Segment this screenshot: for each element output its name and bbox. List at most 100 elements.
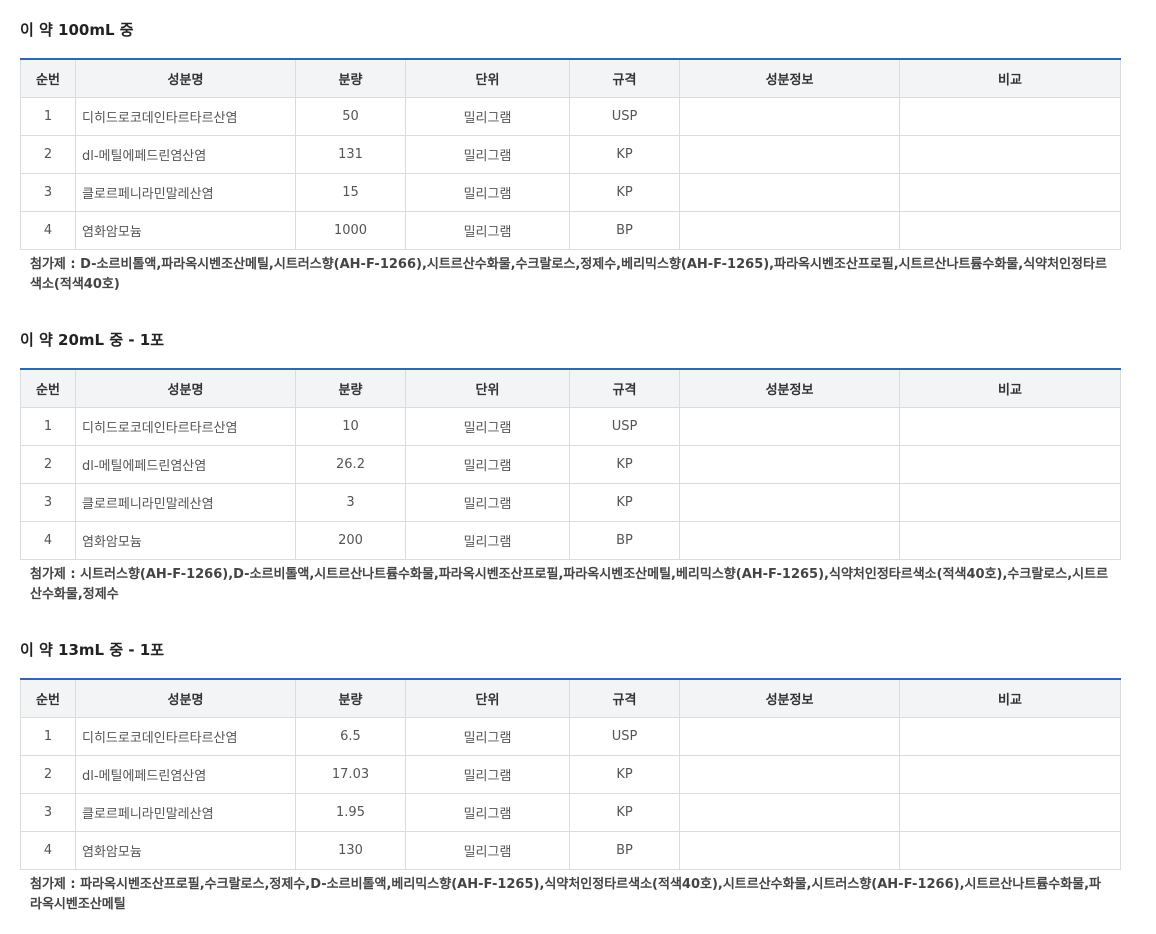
cell-compare bbox=[899, 521, 1121, 560]
cell-compare bbox=[899, 173, 1121, 212]
table-row: 4 염화암모늄 130 밀리그램 BP bbox=[20, 831, 1121, 870]
header-compare: 비교 bbox=[899, 369, 1121, 408]
header-amount: 분량 bbox=[295, 369, 406, 408]
cell-info bbox=[679, 97, 900, 136]
table-header-row: 순번 성분명 분량 단위 규격 성분정보 비교 bbox=[20, 59, 1121, 98]
cell-spec: KP bbox=[569, 445, 680, 484]
cell-compare bbox=[899, 717, 1121, 756]
cell-compare bbox=[899, 483, 1121, 522]
cell-amount: 10 bbox=[295, 407, 406, 446]
cell-unit: 밀리그램 bbox=[405, 407, 570, 446]
table-row: 1 디히드로코데인타르타르산염 6.5 밀리그램 USP bbox=[20, 717, 1121, 756]
header-compare: 비교 bbox=[899, 679, 1121, 718]
cell-amount: 15 bbox=[295, 173, 406, 212]
cell-amount: 50 bbox=[295, 97, 406, 136]
cell-no: 2 bbox=[20, 135, 76, 174]
cell-unit: 밀리그램 bbox=[405, 483, 570, 522]
header-spec: 규격 bbox=[569, 59, 680, 98]
cell-compare bbox=[899, 135, 1121, 174]
ingredient-table: 순번 성분명 분량 단위 규격 성분정보 비교 1 디히드로코데인타르타르산염 … bbox=[20, 368, 1121, 560]
cell-no: 4 bbox=[20, 831, 76, 870]
cell-no: 4 bbox=[20, 211, 76, 250]
cell-no: 1 bbox=[20, 717, 76, 756]
header-unit: 단위 bbox=[405, 679, 570, 718]
cell-no: 3 bbox=[20, 173, 76, 212]
header-no: 순번 bbox=[20, 59, 76, 98]
cell-name: dl-메틸에페드린염산염 bbox=[75, 445, 296, 484]
cell-name: dl-메틸에페드린염산염 bbox=[75, 755, 296, 794]
cell-no: 2 bbox=[20, 755, 76, 794]
cell-compare bbox=[899, 793, 1121, 832]
cell-compare bbox=[899, 755, 1121, 794]
cell-info bbox=[679, 445, 900, 484]
cell-amount: 1.95 bbox=[295, 793, 406, 832]
cell-name: dl-메틸에페드린염산염 bbox=[75, 135, 296, 174]
section-title: 이 약 100mL 중 bbox=[20, 21, 134, 39]
header-no: 순번 bbox=[20, 679, 76, 718]
cell-name: 디히드로코데인타르타르산염 bbox=[75, 97, 296, 136]
cell-name: 디히드로코데인타르타르산염 bbox=[75, 407, 296, 446]
ingredient-section-2: 이 약 20mL 중 - 1포 순번 성분명 분량 단위 규격 성분정보 비교 … bbox=[20, 330, 1121, 605]
cell-info bbox=[679, 407, 900, 446]
table-row: 1 디히드로코데인타르타르산염 10 밀리그램 USP bbox=[20, 407, 1121, 446]
cell-info bbox=[679, 717, 900, 756]
table-row: 2 dl-메틸에페드린염산염 17.03 밀리그램 KP bbox=[20, 755, 1121, 794]
table-row: 2 dl-메틸에페드린염산염 26.2 밀리그램 KP bbox=[20, 445, 1121, 484]
cell-no: 2 bbox=[20, 445, 76, 484]
cell-spec: KP bbox=[569, 483, 680, 522]
cell-name: 클로르페니라민말레산염 bbox=[75, 793, 296, 832]
cell-spec: BP bbox=[569, 831, 680, 870]
cell-name: 염화암모늄 bbox=[75, 521, 296, 560]
table-row: 1 디히드로코데인타르타르산염 50 밀리그램 USP bbox=[20, 97, 1121, 136]
ingredient-table: 순번 성분명 분량 단위 규격 성분정보 비교 1 디히드로코데인타르타르산염 … bbox=[20, 58, 1121, 250]
ingredient-section-1: 이 약 100mL 중 순번 성분명 분량 단위 규격 성분정보 비교 1 디히… bbox=[20, 20, 1121, 295]
cell-amount: 130 bbox=[295, 831, 406, 870]
header-name: 성분명 bbox=[75, 369, 296, 408]
cell-compare bbox=[899, 97, 1121, 136]
cell-compare bbox=[899, 407, 1121, 446]
cell-amount: 131 bbox=[295, 135, 406, 174]
cell-name: 클로르페니라민말레산염 bbox=[75, 483, 296, 522]
section-title: 이 약 13mL 중 - 1포 bbox=[20, 641, 165, 659]
cell-info bbox=[679, 483, 900, 522]
cell-unit: 밀리그램 bbox=[405, 211, 570, 250]
cell-name: 클로르페니라민말레산염 bbox=[75, 173, 296, 212]
table-row: 2 dl-메틸에페드린염산염 131 밀리그램 KP bbox=[20, 135, 1121, 174]
cell-spec: USP bbox=[569, 407, 680, 446]
cell-info bbox=[679, 521, 900, 560]
table-row: 3 클로르페니라민말레산염 1.95 밀리그램 KP bbox=[20, 793, 1121, 832]
cell-info bbox=[679, 793, 900, 832]
header-spec: 규격 bbox=[569, 679, 680, 718]
cell-compare bbox=[899, 445, 1121, 484]
header-info: 성분정보 bbox=[679, 59, 900, 98]
cell-info bbox=[679, 755, 900, 794]
table-row: 3 클로르페니라민말레산염 3 밀리그램 KP bbox=[20, 483, 1121, 522]
ingredient-section-3: 이 약 13mL 중 - 1포 순번 성분명 분량 단위 규격 성분정보 비교 … bbox=[20, 640, 1121, 915]
cell-name: 디히드로코데인타르타르산염 bbox=[75, 717, 296, 756]
table-row: 4 염화암모늄 200 밀리그램 BP bbox=[20, 521, 1121, 560]
cell-info bbox=[679, 211, 900, 250]
cell-no: 1 bbox=[20, 97, 76, 136]
header-name: 성분명 bbox=[75, 679, 296, 718]
cell-no: 4 bbox=[20, 521, 76, 560]
cell-name: 염화암모늄 bbox=[75, 831, 296, 870]
cell-info bbox=[679, 831, 900, 870]
cell-spec: USP bbox=[569, 717, 680, 756]
table-row: 3 클로르페니라민말레산염 15 밀리그램 KP bbox=[20, 173, 1121, 212]
cell-unit: 밀리그램 bbox=[405, 793, 570, 832]
cell-compare bbox=[899, 831, 1121, 870]
cell-unit: 밀리그램 bbox=[405, 755, 570, 794]
cell-amount: 1000 bbox=[295, 211, 406, 250]
cell-spec: BP bbox=[569, 521, 680, 560]
cell-amount: 3 bbox=[295, 483, 406, 522]
header-unit: 단위 bbox=[405, 369, 570, 408]
section-title: 이 약 20mL 중 - 1포 bbox=[20, 331, 165, 349]
additive-note: 첨가제 : D-소르비톨액,파라옥시벤조산메틸,시트러스향(AH-F-1266)… bbox=[30, 257, 1107, 292]
cell-unit: 밀리그램 bbox=[405, 521, 570, 560]
additive-note: 첨가제 : 파라옥시벤조산프로필,수크랄로스,정제수,D-소르비톨액,베리믹스향… bbox=[30, 877, 1102, 912]
header-info: 성분정보 bbox=[679, 369, 900, 408]
table-header-row: 순번 성분명 분량 단위 규격 성분정보 비교 bbox=[20, 679, 1121, 718]
header-no: 순번 bbox=[20, 369, 76, 408]
cell-unit: 밀리그램 bbox=[405, 173, 570, 212]
cell-amount: 26.2 bbox=[295, 445, 406, 484]
